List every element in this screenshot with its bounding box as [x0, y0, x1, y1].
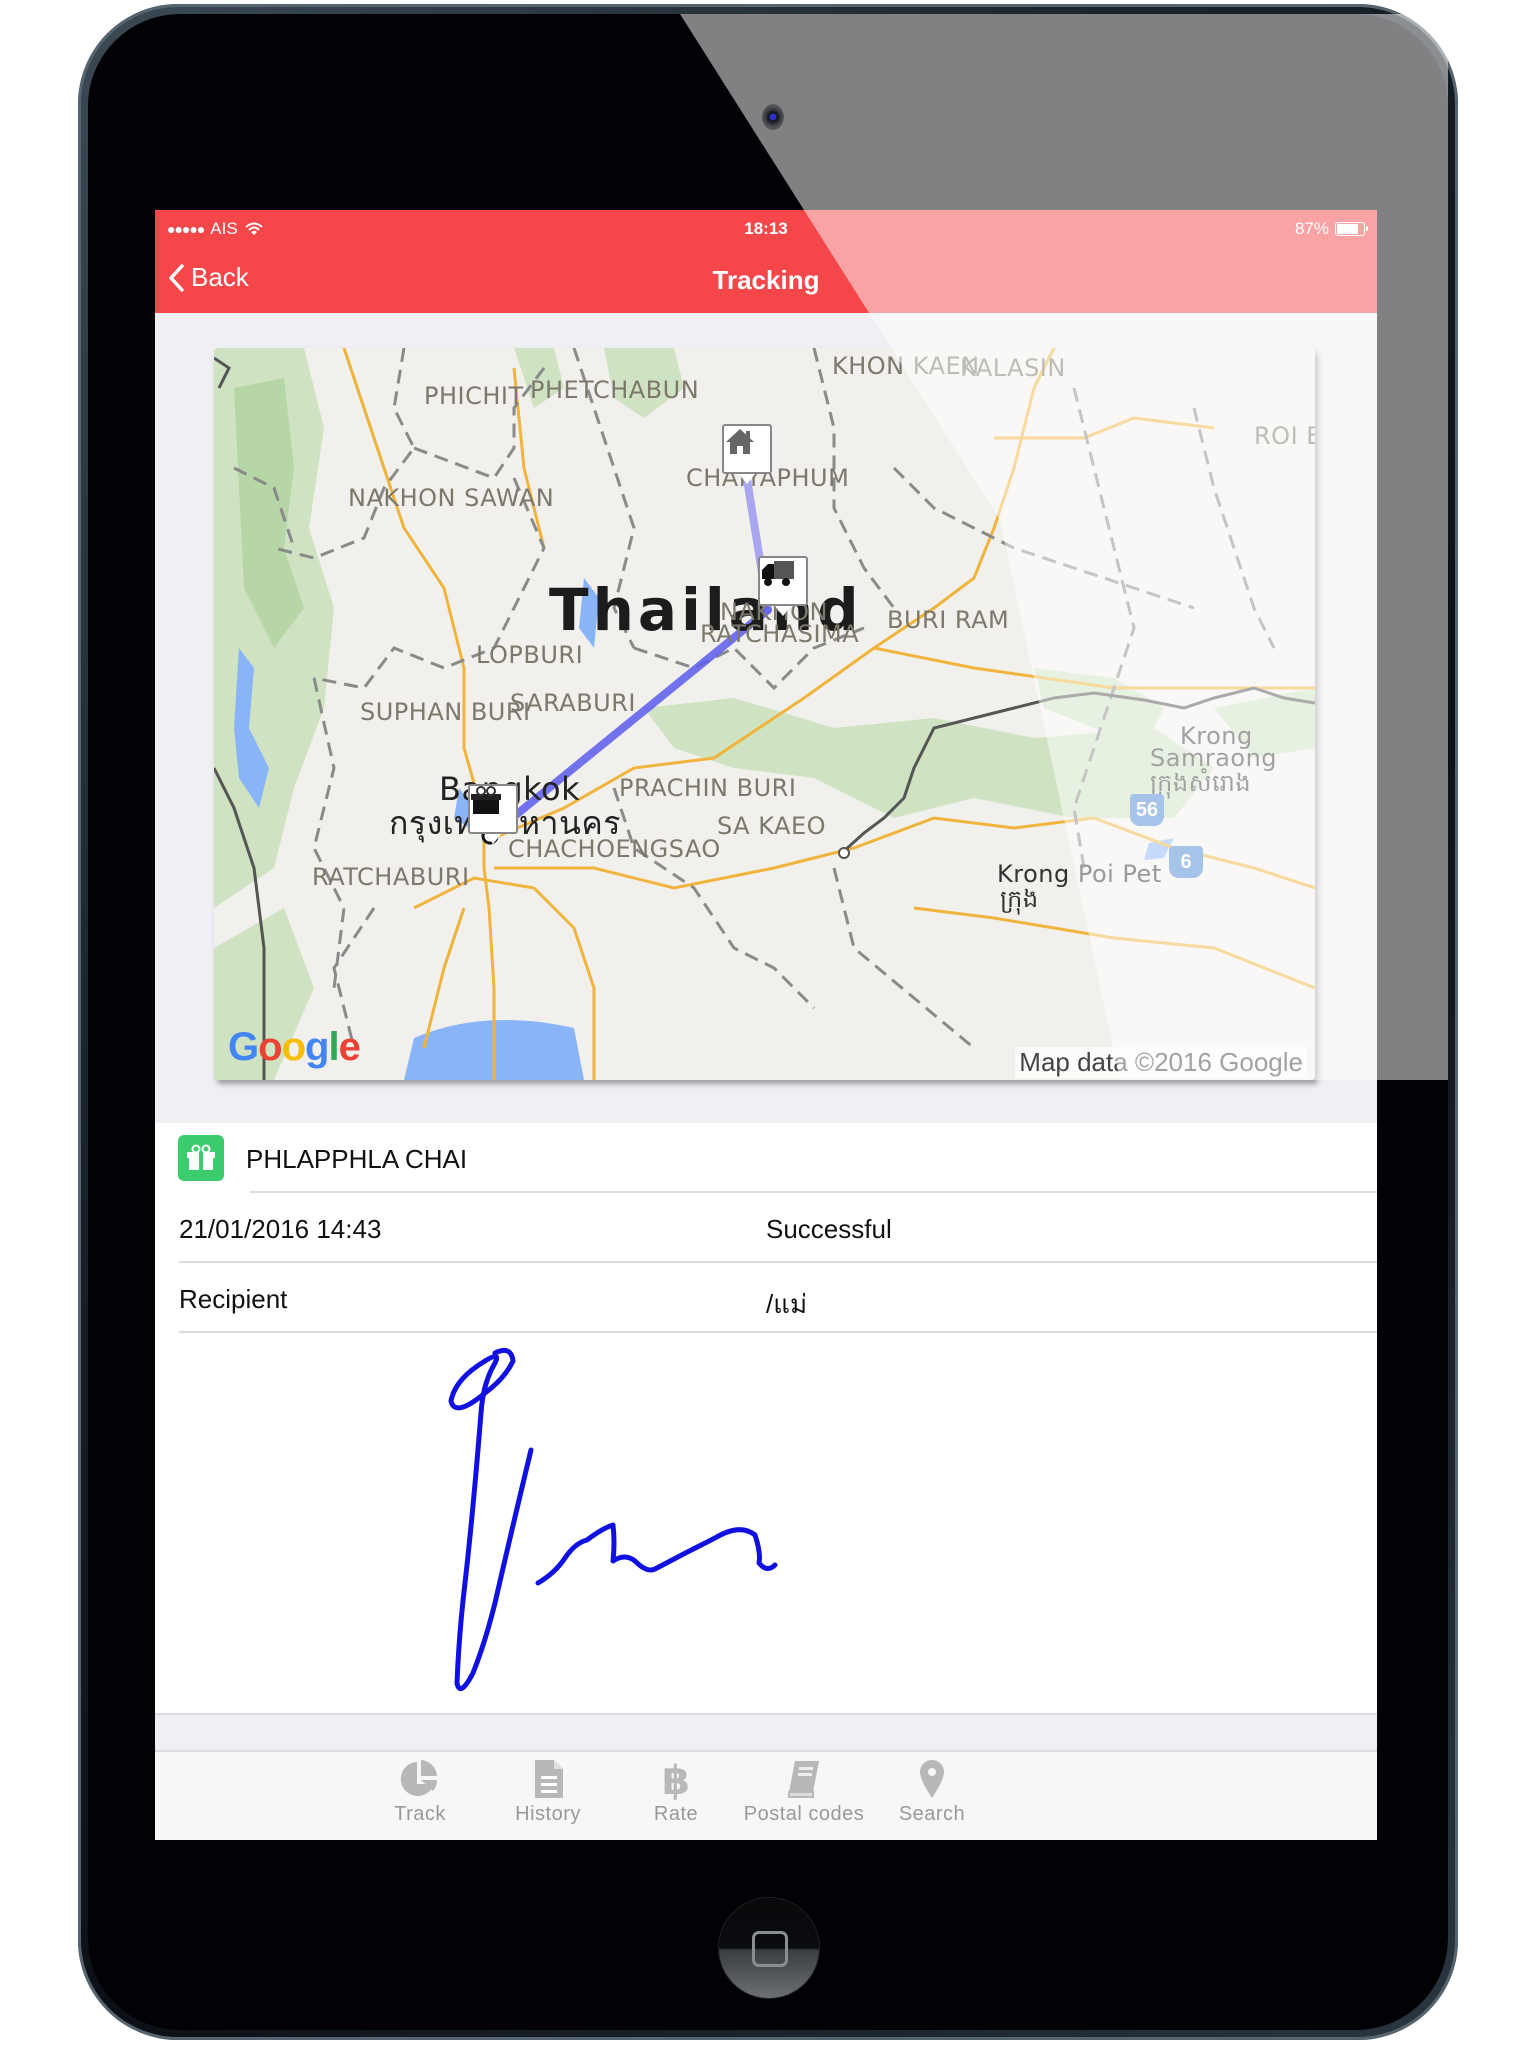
tab-search[interactable]: Search	[867, 1752, 997, 1840]
highway-shield-56: 56	[1130, 794, 1164, 826]
tab-label: Postal codes	[743, 1803, 865, 1825]
map-label-suphan-buri: SUPHAN BURI	[360, 698, 531, 726]
svg-text:฿: ฿	[662, 1758, 690, 1800]
shipment-title: PHLAPPHLA CHAI	[246, 1144, 468, 1174]
tab-postal-codes[interactable]: Postal codes	[739, 1752, 869, 1840]
tab-track[interactable]: Track	[355, 1752, 485, 1840]
signature-area	[155, 1333, 1377, 1715]
home-icon	[726, 429, 754, 454]
gift-badge-icon	[178, 1135, 224, 1181]
map-label-nakhon-sawan: NAKHON SAWAN	[348, 484, 555, 512]
app-screen: ●●●●● AIS 18:13 87% Back Tracking PHICHI…	[155, 210, 1377, 1840]
shipment-title-row: PHLAPPHLA CHAI	[155, 1123, 1377, 1193]
highway-shield-6: 6	[1169, 846, 1203, 878]
origin-marker[interactable]	[468, 784, 518, 844]
map-label-lopburi: LOPBURI	[476, 641, 584, 669]
tab-label: Track	[394, 1803, 446, 1825]
map-label-ratchaburi: RATCHABURI	[312, 863, 470, 891]
map-attribution[interactable]: Map data ©2016 Google	[1015, 1047, 1307, 1078]
pie-chart-icon	[400, 1760, 438, 1796]
book-icon	[788, 1761, 819, 1798]
recipient-value: /แม่	[766, 1289, 808, 1319]
status-value: Successful	[766, 1214, 892, 1244]
map-pin-icon	[920, 1760, 944, 1798]
map-label-phetchabun: PHETCHABUN	[530, 376, 700, 404]
truck-icon	[762, 561, 794, 586]
google-logo: Google	[228, 1025, 361, 1069]
battery-fill	[1337, 224, 1358, 234]
document-icon	[535, 1760, 563, 1798]
battery-icon	[1335, 222, 1368, 236]
tab-history[interactable]: History	[483, 1752, 613, 1840]
map-label-phichit: PHICHIT	[424, 382, 524, 410]
map-label-roi-et: ROI ET	[1254, 422, 1315, 450]
status-row: 21/01/2016 14:43 Successful	[155, 1193, 1377, 1263]
recipient-label: Recipient	[179, 1284, 288, 1314]
shipment-details: PHLAPPHLA CHAI 21/01/2016 14:43 Successf…	[155, 1123, 1377, 1333]
navigation-bar: Back Tracking	[155, 248, 1377, 313]
front-camera-lens	[762, 104, 784, 130]
bitcoin-icon: ฿	[662, 1758, 690, 1800]
map-label-krong-poi-pet-khmer: ក្រុង	[1000, 885, 1039, 913]
tab-label: Search	[898, 1803, 966, 1825]
battery-percent: 87%	[1294, 219, 1329, 238]
status-timestamp: 21/01/2016 14:43	[179, 1214, 382, 1244]
map-label-saraburi: SARABURI	[510, 689, 637, 717]
home-square-icon	[752, 1931, 788, 1967]
recipient-row: Recipient /แม่	[155, 1263, 1377, 1333]
tracking-map[interactable]: PHICHIT PHETCHABUN KHON KAEN KALASIN ROI…	[214, 348, 1315, 1080]
signature-drawing	[448, 1347, 778, 1692]
tab-label: History	[515, 1803, 581, 1825]
tab-rate[interactable]: ฿ Rate	[611, 1752, 741, 1840]
gift-icon	[471, 786, 501, 814]
tab-bar: Track History ฿ Rate Postal codes Search	[155, 1750, 1377, 1840]
map-label-buri-ram: BURI RAM	[887, 606, 1010, 634]
status-bar: ●●●●● AIS 18:13 87%	[155, 210, 1377, 248]
map-label-sa-kaeo: SA KAEO	[717, 812, 827, 840]
map-label-kalasin: KALASIN	[960, 354, 1066, 382]
map-label-chachoengsao: CHACHOENGSAO	[508, 835, 721, 863]
map-label-khon-kaen: KHON KAEN	[832, 352, 980, 380]
map-label-krong-samraong-khmer: ក្រុងសំរោង	[1150, 769, 1252, 797]
tab-label: Rate	[653, 1803, 699, 1825]
signature-divider	[155, 1713, 1377, 1715]
map-label-prachin-buri: PRACHIN BURI	[619, 774, 797, 802]
status-time: 18:13	[744, 219, 788, 238]
page-title: Tracking	[712, 265, 820, 295]
destination-marker[interactable]	[722, 424, 772, 484]
current-location-marker[interactable]	[758, 556, 808, 616]
home-button[interactable]	[719, 1898, 819, 1998]
map-label-nakhon-ratchasima-2: RATCHASIMA	[700, 620, 860, 648]
